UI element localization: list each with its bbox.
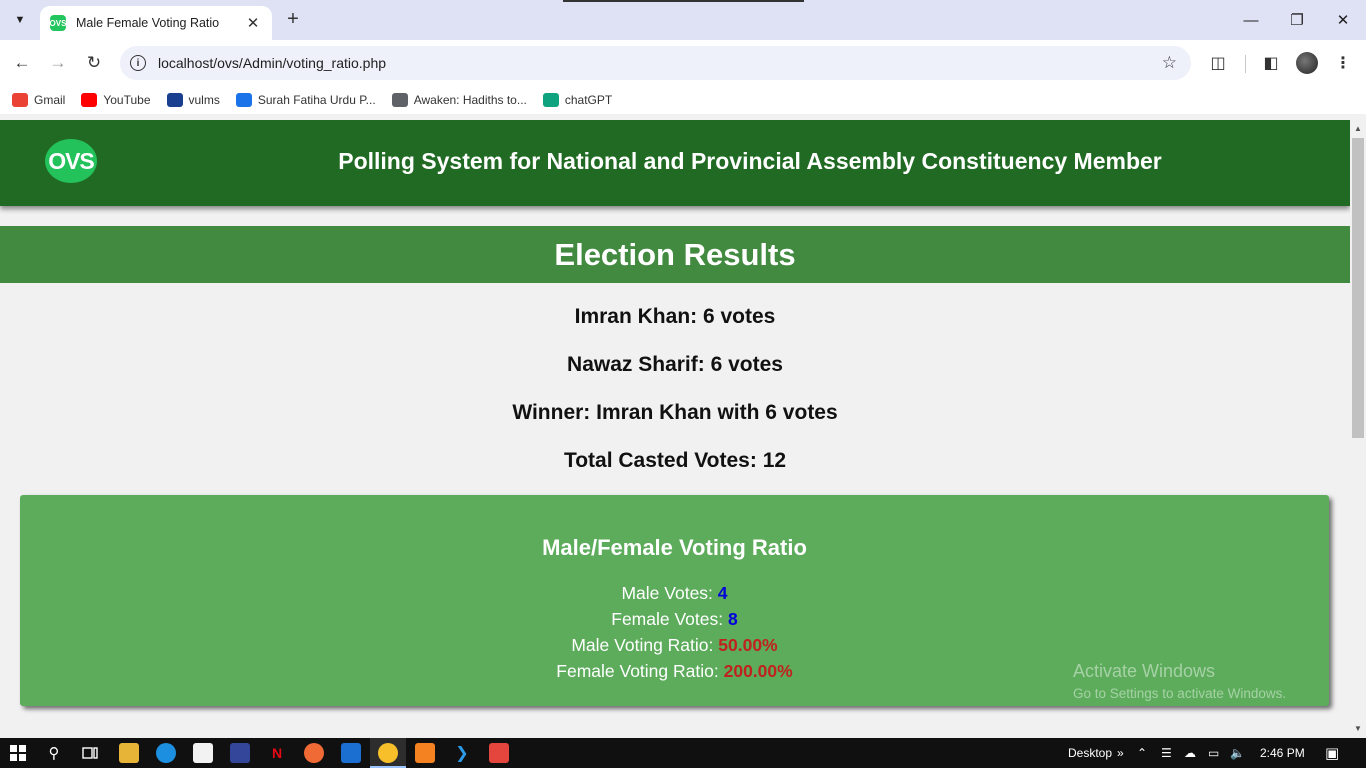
scrollbar-thumb[interactable]: [1352, 138, 1364, 438]
site-header: OVS Polling System for National and Prov…: [0, 120, 1350, 206]
toolbar-separator: [1245, 55, 1246, 73]
watermark-subtitle: Go to Settings to activate Windows.: [1073, 686, 1287, 701]
page-viewport: OVS Polling System for National and Prov…: [0, 120, 1350, 738]
male-ratio-label: Male Voting Ratio:: [571, 635, 714, 655]
app-icon[interactable]: [230, 743, 250, 763]
tab-close-icon[interactable]: ✕: [244, 14, 262, 32]
browser-tabstrip: ▼ OVS Male Female Voting Ratio ✕ + — ❐ ✕: [0, 0, 1366, 40]
scroll-down-arrow-icon[interactable]: ▼: [1350, 722, 1366, 736]
chrome-icon[interactable]: [378, 743, 398, 763]
window-top-edge: [563, 0, 804, 2]
task-view-icon[interactable]: [80, 743, 100, 763]
vscode-icon[interactable]: ❯: [452, 743, 472, 763]
site-title: Polling System for National and Provinci…: [338, 148, 1162, 174]
male-ratio-row: Male Voting Ratio: 50.00%: [20, 635, 1329, 656]
page-scrollbar[interactable]: ▲ ▼: [1350, 120, 1366, 738]
bookmark-star-icon[interactable]: ☆: [1162, 53, 1177, 73]
male-votes-value: 4: [717, 583, 728, 603]
bookmark-label: YouTube: [103, 93, 151, 107]
female-votes-label: Female Votes:: [611, 609, 724, 629]
bookmark-label: Gmail: [34, 93, 66, 107]
avatar-image: [1296, 52, 1318, 74]
bookmark-label: Surah Fatiha Urdu P...: [257, 93, 376, 107]
chatgpt-icon: [542, 93, 559, 107]
globe-icon: [391, 93, 408, 107]
tab-search-chevron-icon[interactable]: ▼: [8, 8, 32, 32]
app-red-icon[interactable]: [489, 743, 509, 763]
store-icon[interactable]: [193, 743, 213, 763]
chevron-right-icon: »: [1117, 746, 1124, 760]
tab-favicon-icon: OVS: [50, 15, 66, 31]
watermark-title: Activate Windows: [1073, 661, 1216, 681]
windows-taskbar: ⚲ N ❯ Desktop » ⌃ ☰ ☁ ▭ 🔈 2:46 PM ▣: [0, 738, 1366, 768]
desktop-label: Desktop: [1068, 746, 1113, 760]
tab-title: Male Female Voting Ratio: [76, 16, 220, 30]
edge-icon[interactable]: [156, 743, 176, 763]
vulms-icon: [166, 93, 183, 107]
browser-tab-active[interactable]: OVS Male Female Voting Ratio ✕: [40, 6, 272, 40]
profile-avatar[interactable]: [1294, 50, 1320, 76]
youtube-icon: [81, 93, 98, 107]
notifications-icon[interactable]: ▣: [1325, 738, 1339, 768]
bookmark-item[interactable]: Awaken: Hadiths to...: [391, 93, 527, 107]
reload-icon[interactable]: ↻: [81, 50, 107, 76]
female-ratio-value: 200.00%: [723, 661, 793, 681]
result-line-imran: Imran Khan: 6 votes: [574, 305, 776, 328]
ratio-card-title: Male/Female Voting Ratio: [542, 535, 807, 560]
wps-icon[interactable]: [304, 743, 324, 763]
volume-icon[interactable]: 🔈: [1230, 738, 1245, 768]
bookmark-item[interactable]: Surah Fatiha Urdu P...: [235, 93, 376, 107]
bookmark-label: vulms: [188, 93, 220, 107]
male-votes-label: Male Votes:: [621, 583, 713, 603]
side-panel-icon[interactable]: ◧: [1258, 50, 1284, 76]
bookmark-label: Awaken: Hadiths to...: [413, 93, 527, 107]
male-ratio-value: 50.00%: [718, 635, 778, 655]
network-icon[interactable]: ☰: [1161, 738, 1172, 768]
scroll-up-arrow-icon[interactable]: ▲: [1350, 122, 1366, 136]
battery-icon[interactable]: ▭: [1208, 738, 1219, 768]
site-icon: [235, 93, 252, 107]
show-hidden-icons-icon[interactable]: ⌃: [1137, 738, 1147, 768]
new-tab-plus-icon[interactable]: +: [282, 8, 304, 30]
xampp-icon[interactable]: [415, 743, 435, 763]
gmail-icon: [12, 93, 28, 107]
bookmark-item[interactable]: chatGPT: [542, 93, 613, 107]
bookmark-item[interactable]: YouTube: [81, 93, 151, 107]
site-info-icon[interactable]: i: [130, 55, 146, 71]
female-votes-row: Female Votes: 8: [20, 609, 1329, 630]
restore-icon[interactable]: ❐: [1274, 0, 1320, 40]
extensions-puzzle-icon[interactable]: ◫: [1205, 50, 1231, 76]
result-line-nawaz: Nawaz Sharif: 6 votes: [567, 353, 783, 376]
total-votes-line: Total Casted Votes: 12: [563, 449, 787, 472]
mail-icon[interactable]: [341, 743, 361, 763]
search-icon[interactable]: ⚲: [44, 743, 64, 763]
bookmark-item[interactable]: Gmail: [12, 93, 65, 107]
bookmark-item[interactable]: vulms: [166, 93, 220, 107]
back-arrow-icon[interactable]: ←: [9, 50, 35, 76]
election-results-heading: Election Results: [0, 226, 1350, 283]
bookmark-label: chatGPT: [564, 93, 613, 107]
address-bar[interactable]: i localhost/ovs/Admin/voting_ratio.php ☆: [120, 46, 1191, 80]
onedrive-icon[interactable]: ☁: [1184, 738, 1196, 768]
forward-arrow-icon[interactable]: →: [45, 50, 71, 76]
url-text[interactable]: localhost/ovs/Admin/voting_ratio.php: [158, 55, 1162, 71]
time-text: 2:46 PM: [1260, 746, 1305, 760]
close-window-icon[interactable]: ✕: [1320, 0, 1366, 40]
female-ratio-label: Female Voting Ratio:: [556, 661, 719, 681]
desktop-toolbar-label[interactable]: Desktop »: [1068, 738, 1124, 768]
winner-line: Winner: Imran Khan with 6 votes: [512, 401, 838, 424]
bookmarks-bar: Gmail YouTube vulms Surah Fatiha Urdu P... A…: [0, 86, 1366, 114]
female-votes-value: 8: [728, 609, 738, 629]
activate-windows-watermark: Activate Windows Go to Settings to activ…: [1073, 661, 1286, 701]
windows-start-icon[interactable]: [8, 743, 28, 763]
minimize-icon[interactable]: —: [1228, 0, 1274, 40]
netflix-icon[interactable]: N: [267, 743, 287, 763]
window-controls: — ❐ ✕: [1228, 0, 1366, 40]
file-explorer-icon[interactable]: [119, 743, 139, 763]
chrome-menu-icon[interactable]: ⋮: [1330, 50, 1356, 76]
browser-toolbar: ← → ↻ i localhost/ovs/Admin/voting_ratio…: [0, 40, 1366, 86]
clock[interactable]: 2:46 PM: [1260, 738, 1305, 768]
ovs-logo: OVS: [45, 139, 97, 183]
male-votes-row: Male Votes: 4: [20, 583, 1329, 604]
